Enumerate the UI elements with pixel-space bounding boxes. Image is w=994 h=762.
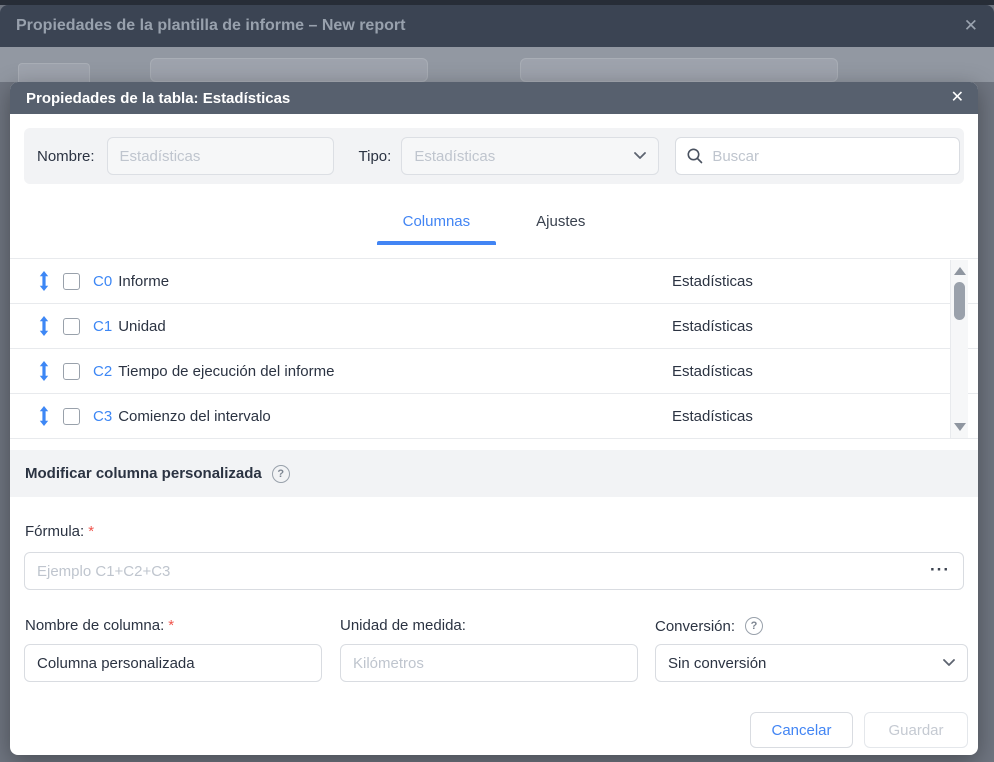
tab-columnas[interactable]: Columnas xyxy=(377,185,497,258)
conversion-label: Conversión: ? xyxy=(655,617,763,635)
column-group: Estadísticas xyxy=(672,318,753,335)
name-label: Nombre: xyxy=(37,148,95,165)
dialog-title: Propiedades de la tabla: Estadísticas xyxy=(26,90,290,107)
conversion-select[interactable]: Sin conversión xyxy=(655,644,968,682)
tab-columnas-label: Columnas xyxy=(403,213,471,230)
tab-ajustes-label: Ajustes xyxy=(536,213,585,230)
cancel-button[interactable]: Cancelar xyxy=(750,712,853,748)
type-label: Tipo: xyxy=(359,148,392,165)
unit-label: Unidad de medida: xyxy=(340,617,466,634)
required-asterisk: * xyxy=(88,523,94,540)
outer-close-icon[interactable]: ✕ xyxy=(964,5,978,47)
unit-label-text: Unidad de medida: xyxy=(340,617,466,634)
help-icon[interactable]: ? xyxy=(272,465,290,483)
drag-handle-icon[interactable] xyxy=(38,271,50,291)
drag-handle-icon[interactable] xyxy=(38,406,50,426)
column-group: Estadísticas xyxy=(672,363,753,380)
search-input[interactable] xyxy=(712,148,949,165)
formula-label: Fórmula:* xyxy=(25,523,94,540)
search-icon xyxy=(686,147,704,165)
custom-section-title: Modificar columna personalizada xyxy=(25,465,262,482)
unit-input[interactable] xyxy=(340,644,638,682)
formula-label-text: Fórmula: xyxy=(25,523,84,540)
column-group: Estadísticas xyxy=(672,408,753,425)
dimmed-background-box xyxy=(150,58,428,82)
column-name: Informe xyxy=(118,273,169,290)
conversion-value: Sin conversión xyxy=(668,655,766,672)
table-type-select: Estadísticas xyxy=(401,137,659,175)
close-icon[interactable]: ✕ xyxy=(951,82,964,114)
outer-dialog-titlebar: Propiedades de la plantilla de informe –… xyxy=(0,5,994,47)
chevron-down-icon xyxy=(943,659,955,667)
custom-column-section-header: Modificar columna personalizada ? xyxy=(10,450,978,497)
outer-dialog-title: Propiedades de la plantilla de informe –… xyxy=(16,17,405,35)
save-button[interactable]: Guardar xyxy=(864,712,968,748)
formula-input[interactable] xyxy=(24,552,964,590)
column-code: C0 xyxy=(93,273,112,290)
column-row: C1 Unidad Estadísticas xyxy=(10,304,978,349)
tab-ajustes[interactable]: Ajustes xyxy=(510,185,611,258)
column-code: C3 xyxy=(93,408,112,425)
column-code: C1 xyxy=(93,318,112,335)
column-row: C3 Comienzo del intervalo Estadísticas xyxy=(10,394,978,439)
vertical-scrollbar[interactable] xyxy=(950,260,968,438)
drag-handle-icon[interactable] xyxy=(38,316,50,336)
column-name: Unidad xyxy=(118,318,166,335)
column-name: Comienzo del intervalo xyxy=(118,408,271,425)
scroll-down-icon[interactable] xyxy=(954,423,966,431)
column-group: Estadísticas xyxy=(672,273,753,290)
chevron-down-icon xyxy=(634,152,646,160)
dimmed-background-box xyxy=(18,63,90,82)
column-checkbox[interactable] xyxy=(63,363,80,380)
conversion-label-text: Conversión: xyxy=(655,618,735,635)
columns-list: C0 Informe Estadísticas C1 Unidad Estadí… xyxy=(10,258,978,438)
column-checkbox[interactable] xyxy=(63,408,80,425)
column-row: C0 Informe Estadísticas xyxy=(10,259,978,304)
dialog-header: Propiedades de la tabla: Estadísticas ✕ xyxy=(10,82,978,114)
column-code: C2 xyxy=(93,363,112,380)
table-type-value: Estadísticas xyxy=(414,148,495,165)
required-asterisk: * xyxy=(168,617,174,634)
column-name-label: Nombre de columna:* xyxy=(25,617,174,634)
table-properties-dialog: Propiedades de la tabla: Estadísticas ✕ … xyxy=(10,82,978,755)
help-icon[interactable]: ? xyxy=(745,617,763,635)
scroll-up-icon[interactable] xyxy=(954,267,966,275)
table-name-input xyxy=(107,137,334,175)
column-checkbox[interactable] xyxy=(63,273,80,290)
column-name-label-text: Nombre de columna: xyxy=(25,617,164,634)
scrollbar-thumb[interactable] xyxy=(954,282,965,320)
tab-bar: Columnas Ajustes xyxy=(10,185,978,258)
active-tab-underline xyxy=(377,241,497,245)
formula-more-icon[interactable]: ··· xyxy=(930,558,950,584)
column-name: Tiempo de ejecución del informe xyxy=(118,363,334,380)
column-name-input[interactable] xyxy=(24,644,322,682)
column-row: C2 Tiempo de ejecución del informe Estad… xyxy=(10,349,978,394)
dimmed-background-box xyxy=(520,58,838,82)
search-box[interactable] xyxy=(675,137,960,175)
formula-field-wrap: ··· xyxy=(24,552,964,590)
table-form-panel: Nombre: Tipo: Estadísticas xyxy=(24,128,964,184)
dimmed-overlay xyxy=(0,47,994,82)
column-checkbox[interactable] xyxy=(63,318,80,335)
drag-handle-icon[interactable] xyxy=(38,361,50,381)
